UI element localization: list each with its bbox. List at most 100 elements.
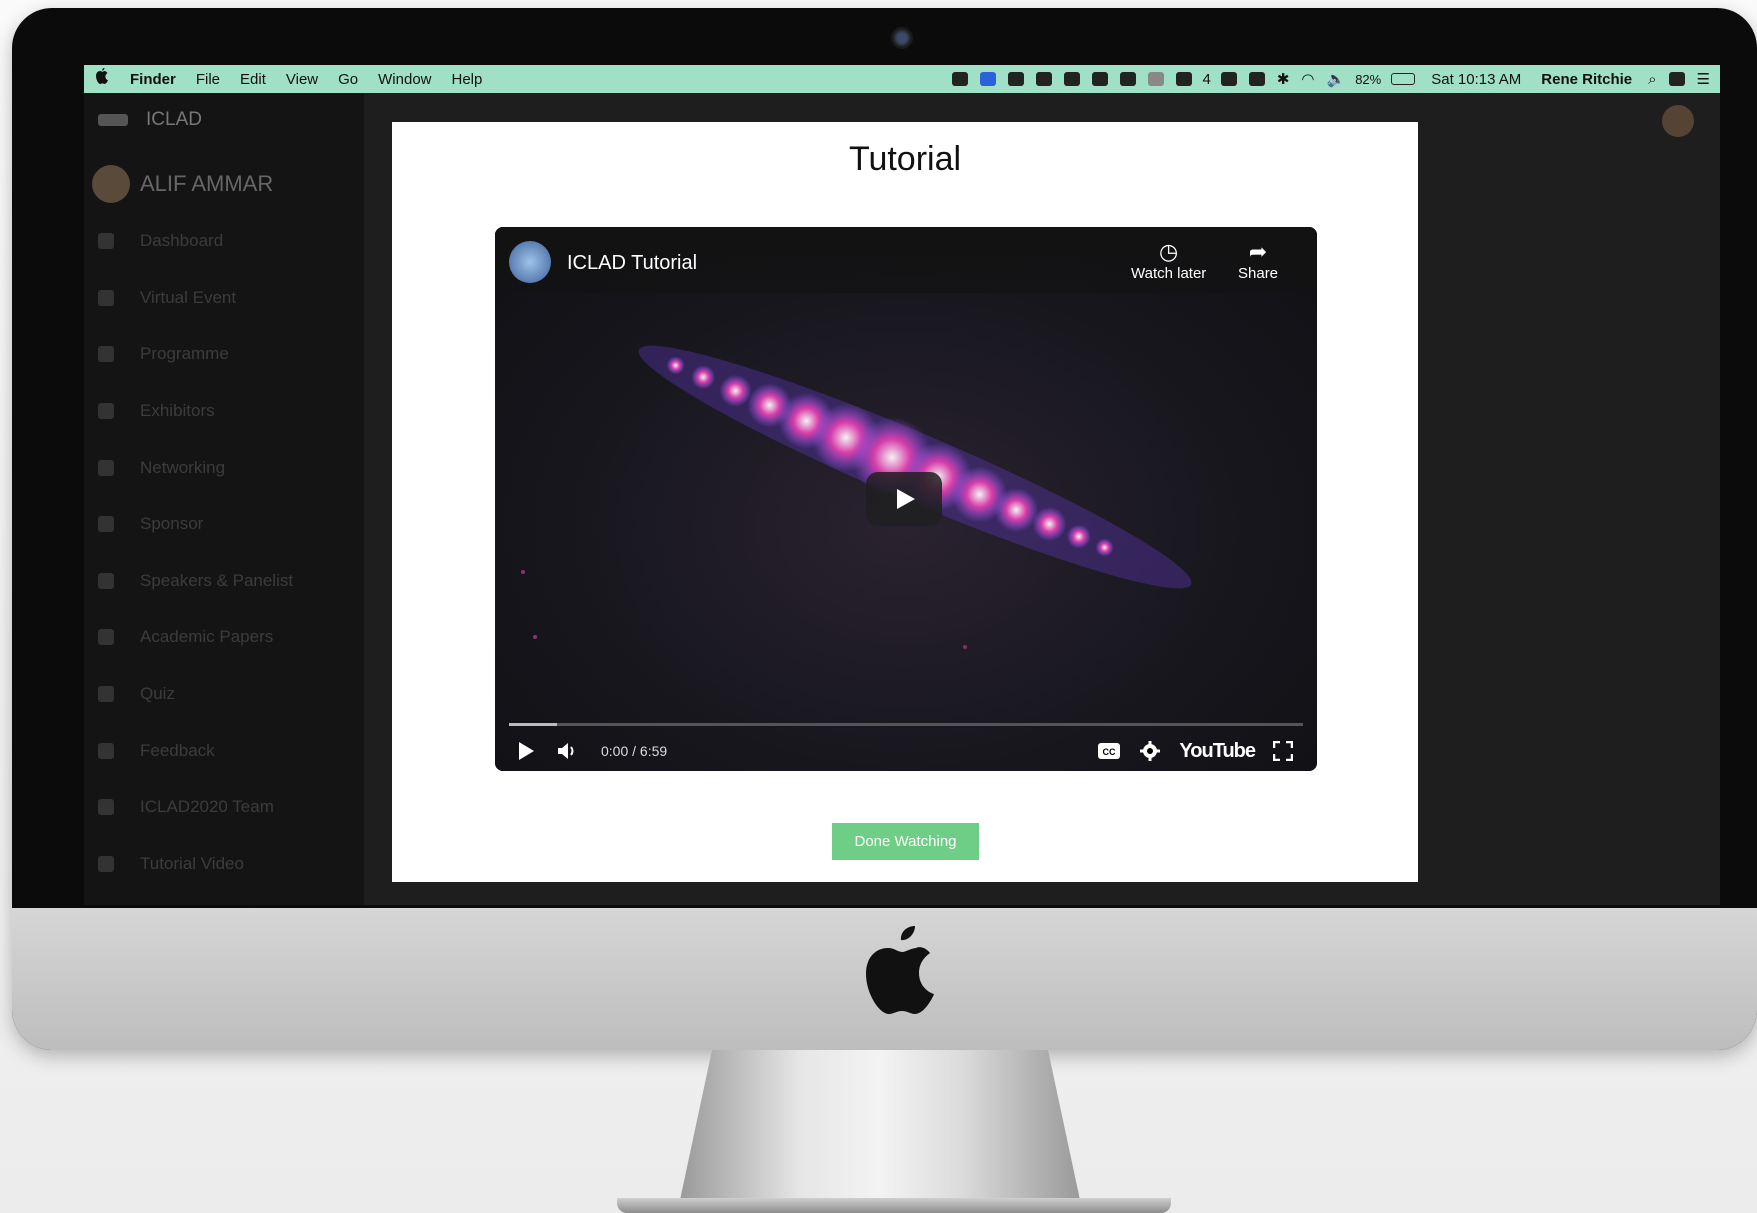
brand-name: ICLAD <box>146 109 202 130</box>
youtube-logo[interactable]: YouTube <box>1179 740 1256 763</box>
imac-stand <box>680 1050 1080 1200</box>
dropbox-icon[interactable] <box>1064 72 1081 86</box>
menu-extra-icon[interactable] <box>1120 72 1137 86</box>
menu-extra-icon[interactable] <box>952 72 969 86</box>
menu-edit[interactable]: Edit <box>240 71 266 88</box>
sidebar-item-speakers[interactable]: Speakers & Panelist <box>84 553 364 610</box>
sidebar-item-label: Tutorial Video <box>140 853 244 873</box>
sidebar-item-quiz[interactable]: Quiz <box>84 666 364 723</box>
sidebar-item-sponsor[interactable]: Sponsor <box>84 496 364 553</box>
header-avatar[interactable] <box>1662 105 1694 137</box>
sidebar-item-label: Networking <box>140 457 226 477</box>
avatar <box>92 165 130 203</box>
menu-extra-icon[interactable] <box>1092 72 1109 86</box>
calendar-icon <box>98 346 114 363</box>
sidebar-item-label: ICLAD2020 Team <box>140 797 274 817</box>
modal-title: Tutorial <box>848 140 962 178</box>
settings-button[interactable] <box>1139 740 1161 762</box>
booth-icon <box>98 403 114 420</box>
player-top-bar: ICLAD Tutorial ◷ Watch later ➦ Share <box>495 227 1317 293</box>
video-title[interactable]: ICLAD Tutorial <box>567 252 697 275</box>
notification-center-icon[interactable]: ☰ <box>1697 70 1710 88</box>
imac-monitor: Finder File Edit View Go Window Help 4 ✱ <box>12 8 1757 1050</box>
sidebar-item-label: Exhibitors <box>140 401 215 421</box>
menu-extra-icon[interactable] <box>980 72 997 86</box>
youtube-player[interactable]: ICLAD Tutorial ◷ Watch later ➦ Share 0:0… <box>495 227 1317 771</box>
sidebar-item-programme[interactable]: Programme <box>84 326 364 383</box>
people-icon <box>98 459 114 476</box>
bluetooth-icon[interactable]: ✱ <box>1277 70 1290 88</box>
menu-view[interactable]: View <box>286 71 318 88</box>
sidebar-item-dashboard[interactable]: Dashboard <box>84 213 364 270</box>
gear-icon <box>1140 741 1161 761</box>
menu-extra-icon[interactable] <box>1036 72 1053 86</box>
sidebar-item-label: Speakers & Panelist <box>140 570 294 590</box>
sidebar-item-virtual-event[interactable]: Virtual Event <box>84 270 364 327</box>
camera-icon <box>891 27 913 49</box>
watch-later-button[interactable]: ◷ Watch later <box>1131 239 1206 282</box>
channel-logo-icon[interactable] <box>509 241 551 283</box>
sidebar-item-label: Feedback <box>140 740 215 760</box>
mac-menubar: Finder File Edit View Go Window Help 4 ✱ <box>84 65 1720 93</box>
microphone-icon <box>98 572 114 589</box>
menu-window[interactable]: Window <box>378 71 431 88</box>
sidebar-item-team[interactable]: ICLAD2020 Team <box>84 779 364 836</box>
progress-bar[interactable] <box>509 723 1303 726</box>
time-machine-icon[interactable] <box>1248 72 1265 86</box>
sidebar-item-networking[interactable]: Networking <box>84 439 364 496</box>
menu-finder[interactable]: Finder <box>130 71 176 88</box>
mute-button[interactable] <box>557 742 579 760</box>
user-profile[interactable]: ALIF AMMAR <box>92 165 273 203</box>
menu-extra-icon[interactable] <box>1668 72 1685 86</box>
done-watching-button[interactable]: Done Watching <box>832 823 979 860</box>
captions-button[interactable]: CC <box>1097 742 1121 760</box>
sidebar-item-label: Programme <box>140 344 229 364</box>
wifi-icon[interactable]: ◠ <box>1301 70 1314 88</box>
spotlight-search-icon[interactable]: ⌕ <box>1648 71 1656 88</box>
apple-menu-icon[interactable] <box>94 68 110 90</box>
airplay-icon[interactable] <box>1220 72 1237 86</box>
adobe-count[interactable]: 4 <box>1202 71 1210 88</box>
tutorial-modal: Tutorial ICLAD Tutorial ◷ Watch later ➦ … <box>392 122 1418 882</box>
apple-logo-icon <box>866 926 934 1014</box>
dashboard-icon <box>98 233 114 250</box>
messages-icon[interactable] <box>1008 72 1025 86</box>
share-button[interactable]: ➦ Share <box>1238 239 1278 282</box>
large-play-button[interactable] <box>866 472 942 526</box>
imac-stand-base <box>617 1198 1171 1213</box>
app-brand[interactable]: ICLAD <box>98 103 202 137</box>
sidebar-item-label: Academic Papers <box>140 627 274 647</box>
closed-captions-icon: CC <box>1098 743 1121 759</box>
user-name: ALIF AMMAR <box>140 171 274 196</box>
clock[interactable]: Sat 10:13 AM <box>1431 71 1521 88</box>
player-controls: 0:00 / 6:59 CC YouTube <box>495 732 1317 770</box>
wrench-icon[interactable] <box>1176 72 1193 86</box>
clock-icon: ◷ <box>1159 239 1179 264</box>
progress-fill <box>509 723 557 726</box>
battery-percent[interactable]: 82% <box>1355 72 1381 87</box>
menu-file[interactable]: File <box>196 71 220 88</box>
volume-icon[interactable]: 🔈 <box>1327 70 1346 88</box>
team-icon <box>98 799 114 816</box>
sidebar-item-tutorial-video[interactable]: Tutorial Video <box>84 836 364 893</box>
sidebar-nav: Dashboard Virtual Event Programme Exhibi… <box>84 213 364 892</box>
watch-later-label: Watch later <box>1131 265 1207 282</box>
menu-extra-icon[interactable] <box>1148 72 1165 86</box>
sidebar-item-academic-papers[interactable]: Academic Papers <box>84 609 364 666</box>
quiz-icon <box>98 686 114 703</box>
sidebar-item-label: Virtual Event <box>140 287 237 307</box>
video-camera-icon <box>98 855 114 872</box>
sidebar-item-exhibitors[interactable]: Exhibitors <box>84 383 364 440</box>
battery-icon[interactable] <box>1391 73 1416 85</box>
share-label: Share <box>1238 265 1279 282</box>
volume-icon <box>558 743 574 759</box>
sidebar-item-feedback[interactable]: Feedback <box>84 722 364 779</box>
fullscreen-button[interactable] <box>1273 741 1293 761</box>
menu-help[interactable]: Help <box>452 71 483 88</box>
share-arrow-icon: ➦ <box>1248 239 1268 264</box>
user-menu[interactable]: Rene Ritchie <box>1541 71 1632 88</box>
play-button[interactable] <box>517 741 535 761</box>
sidebar-item-label: Dashboard <box>140 231 224 251</box>
menu-go[interactable]: Go <box>338 71 358 88</box>
handshake-icon <box>98 516 114 533</box>
